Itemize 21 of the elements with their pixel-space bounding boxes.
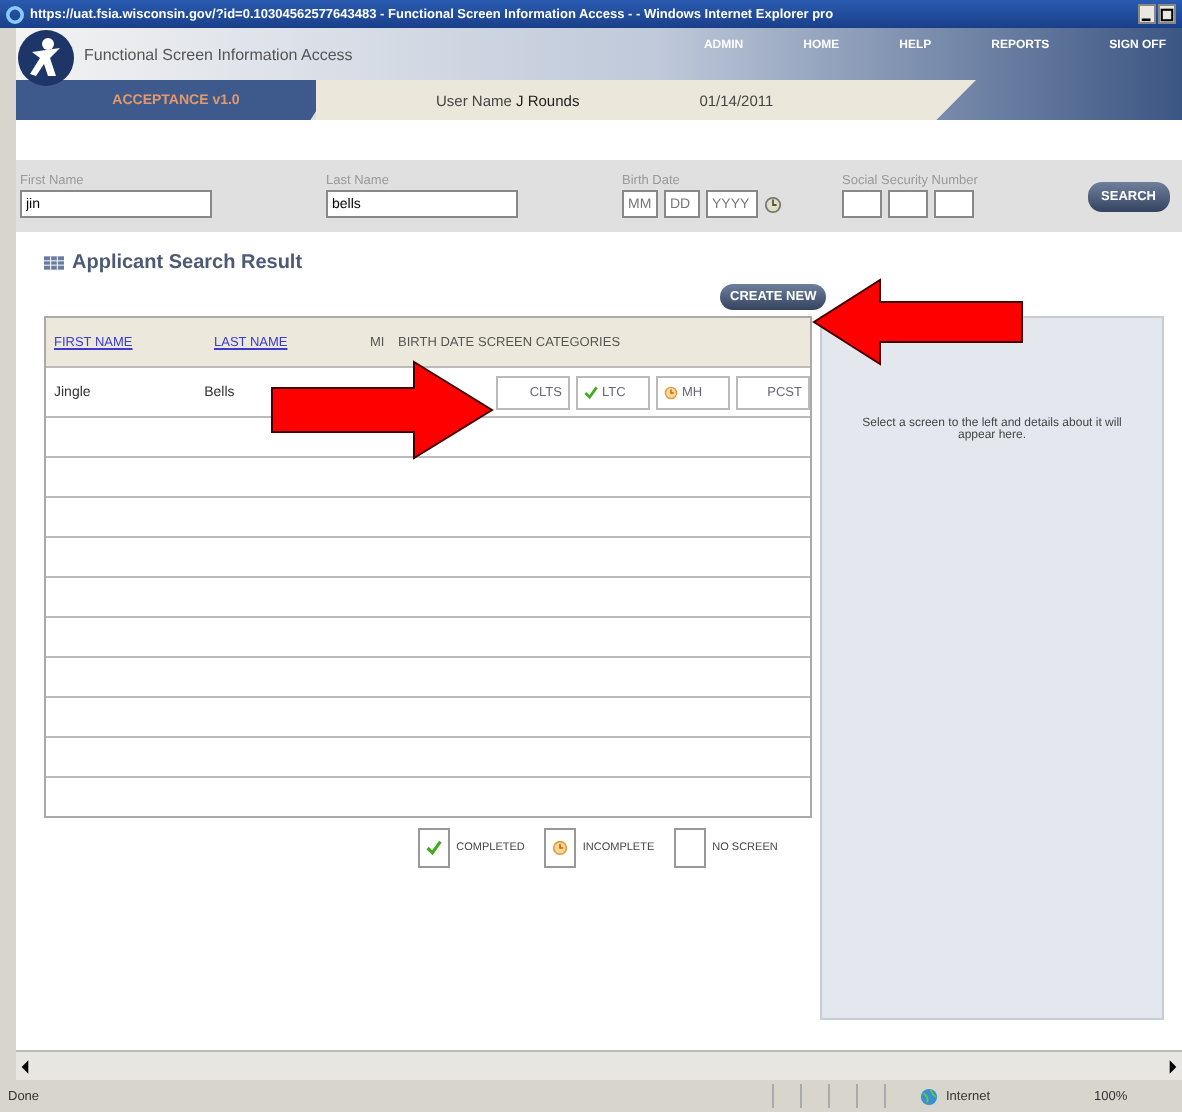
section-title: Applicant Search Result [72, 252, 303, 274]
scroll-right-icon[interactable] [1168, 1059, 1178, 1073]
minimize-button[interactable] [1138, 4, 1156, 24]
horizontal-scrollbar[interactable] [16, 1050, 1182, 1080]
maximize-icon [1160, 7, 1174, 21]
ssn-field[interactable] [842, 190, 882, 218]
check-icon [426, 840, 443, 856]
ssn-field[interactable] [934, 190, 974, 218]
browser-icon [6, 5, 24, 23]
check-icon [584, 385, 598, 399]
legend-box [674, 828, 707, 868]
ssn-field[interactable] [888, 190, 928, 218]
list-icon [44, 256, 64, 270]
app-name: Functional Screen Information Access [84, 45, 355, 63]
clock-icon [664, 385, 678, 399]
maximize-button[interactable] [1158, 4, 1176, 24]
globe-icon [920, 1087, 938, 1105]
person-logo-icon [16, 28, 76, 88]
scroll-left-icon[interactable] [20, 1059, 30, 1073]
calendar-icon[interactable] [764, 195, 782, 213]
clock-icon [552, 840, 569, 856]
